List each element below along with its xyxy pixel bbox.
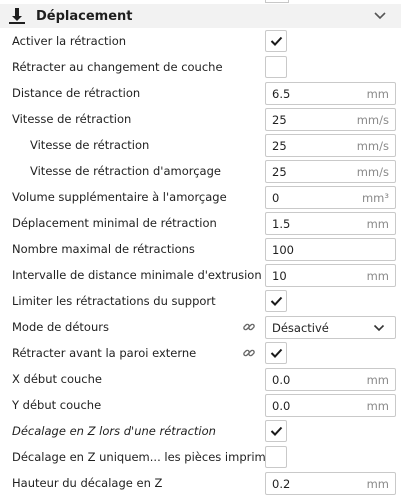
setting-input[interactable]: 6.5 mm bbox=[265, 82, 396, 105]
setting-row: Déplacement minimal de rétraction 1.5 mm bbox=[0, 211, 401, 237]
setting-row: Rétracter avant la paroi externe bbox=[0, 341, 401, 367]
setting-row: Intervalle de distance minimale d'extrus… bbox=[0, 263, 401, 289]
input-unit: mm bbox=[366, 217, 389, 231]
setting-input[interactable]: 0.0 mm bbox=[265, 394, 396, 417]
input-value: 0 bbox=[272, 191, 280, 205]
setting-input[interactable]: 25 mm/s bbox=[265, 134, 396, 157]
input-unit: mm bbox=[366, 399, 389, 413]
setting-row: Rétracter au changement de couche bbox=[0, 55, 401, 81]
setting-label: Vitesse de rétraction bbox=[12, 112, 132, 126]
setting-row: Vitesse de rétraction 25 mm/s bbox=[0, 107, 401, 133]
setting-input[interactable]: 1.5 mm bbox=[265, 212, 396, 235]
chevron-down-icon bbox=[373, 324, 385, 332]
setting-input[interactable]: 10 mm bbox=[265, 264, 396, 287]
setting-row: Limiter les rétractations du support bbox=[0, 289, 401, 315]
setting-input[interactable]: 0.2 mm bbox=[265, 472, 396, 495]
setting-row: Hauteur du décalage en Z 0.2 mm bbox=[0, 471, 401, 497]
input-unit: mm³ bbox=[361, 191, 389, 205]
input-unit: mm bbox=[366, 269, 389, 283]
setting-label: Y début couche bbox=[12, 398, 102, 412]
input-value: 6.5 bbox=[272, 87, 291, 101]
checkmark-icon bbox=[270, 296, 283, 306]
setting-checkbox[interactable] bbox=[265, 56, 287, 78]
setting-row: Vitesse de rétraction d'amorçage 25 mm/s bbox=[0, 159, 401, 185]
setting-checkbox[interactable] bbox=[265, 30, 287, 52]
setting-label: Mode de détours bbox=[12, 320, 109, 334]
setting-label: Hauteur du décalage en Z bbox=[12, 476, 163, 490]
setting-label: Limiter les rétractations du support bbox=[12, 294, 216, 308]
checkmark-icon bbox=[270, 426, 283, 436]
section-title: Déplacement bbox=[36, 9, 133, 24]
input-value: 0.2 bbox=[272, 477, 291, 491]
setting-row: Volume supplémentaire à l'amorçage 0 mm³ bbox=[0, 185, 401, 211]
setting-row: Nombre maximal de rétractions 100 bbox=[0, 237, 401, 263]
travel-nozzle-icon bbox=[9, 8, 25, 24]
setting-label: Vitesse de rétraction bbox=[30, 138, 150, 152]
setting-label: Intervalle de distance minimale d'extrus… bbox=[12, 268, 262, 282]
input-unit: mm/s bbox=[356, 113, 389, 127]
input-unit: mm bbox=[366, 373, 389, 387]
input-value: 0.0 bbox=[272, 399, 291, 413]
setting-checkbox[interactable] bbox=[265, 290, 287, 312]
input-value: 1.5 bbox=[272, 217, 291, 231]
input-unit: mm/s bbox=[356, 139, 389, 153]
setting-row: Y début couche 0.0 mm bbox=[0, 393, 401, 419]
setting-input[interactable]: 0 mm³ bbox=[265, 186, 396, 209]
input-unit: mm bbox=[366, 87, 389, 101]
setting-row: Activer la rétraction bbox=[0, 29, 401, 55]
setting-input[interactable]: 100 bbox=[265, 238, 396, 261]
input-value: 10 bbox=[272, 269, 287, 283]
chevron-down-icon[interactable] bbox=[373, 11, 387, 21]
input-value: 25 bbox=[272, 139, 287, 153]
setting-label: Activer la rétraction bbox=[12, 34, 127, 48]
setting-input[interactable]: 25 mm/s bbox=[265, 160, 396, 183]
link-icon bbox=[243, 323, 255, 331]
link-icon bbox=[243, 349, 255, 357]
previous-setting-checkbox-edge[interactable] bbox=[265, 0, 289, 3]
setting-label: X début couche bbox=[12, 372, 102, 386]
input-value: 0.0 bbox=[272, 373, 291, 387]
setting-label: Décalage en Z uniquem... les pièces impr… bbox=[12, 450, 286, 464]
setting-label: Distance de rétraction bbox=[12, 86, 141, 100]
setting-label: Nombre maximal de rétractions bbox=[12, 242, 195, 256]
input-unit: mm bbox=[366, 477, 389, 491]
setting-row: Vitesse de rétraction 25 mm/s bbox=[0, 133, 401, 159]
select-value: Désactivé bbox=[272, 321, 329, 335]
setting-label: Rétracter au changement de couche bbox=[12, 60, 223, 74]
setting-row: Distance de rétraction 6.5 mm bbox=[0, 81, 401, 107]
setting-label: Volume supplémentaire à l'amorçage bbox=[12, 190, 227, 204]
checkmark-icon bbox=[270, 348, 283, 358]
setting-checkbox[interactable] bbox=[265, 420, 287, 442]
setting-label: Vitesse de rétraction d'amorçage bbox=[30, 164, 221, 178]
setting-input[interactable]: 0.0 mm bbox=[265, 368, 396, 391]
setting-label: Déplacement minimal de rétraction bbox=[12, 216, 217, 230]
section-header[interactable]: Déplacement bbox=[0, 4, 401, 28]
input-value: 25 bbox=[272, 113, 287, 127]
setting-label: Décalage en Z lors d'une rétraction bbox=[12, 424, 216, 438]
input-value: 25 bbox=[272, 165, 287, 179]
setting-row: Mode de détours Désactivé bbox=[0, 315, 401, 341]
setting-row: X début couche 0.0 mm bbox=[0, 367, 401, 393]
setting-row: Décalage en Z uniquem... les pièces impr… bbox=[0, 445, 401, 471]
setting-label: Rétracter avant la paroi externe bbox=[12, 346, 197, 360]
setting-checkbox[interactable] bbox=[265, 446, 287, 468]
checkmark-icon bbox=[270, 36, 283, 46]
input-value: 100 bbox=[272, 243, 294, 257]
setting-input[interactable]: 25 mm/s bbox=[265, 108, 396, 131]
setting-checkbox[interactable] bbox=[265, 342, 287, 364]
setting-row: Décalage en Z lors d'une rétraction bbox=[0, 419, 401, 445]
setting-select[interactable]: Désactivé bbox=[265, 316, 396, 339]
input-unit: mm/s bbox=[356, 165, 389, 179]
